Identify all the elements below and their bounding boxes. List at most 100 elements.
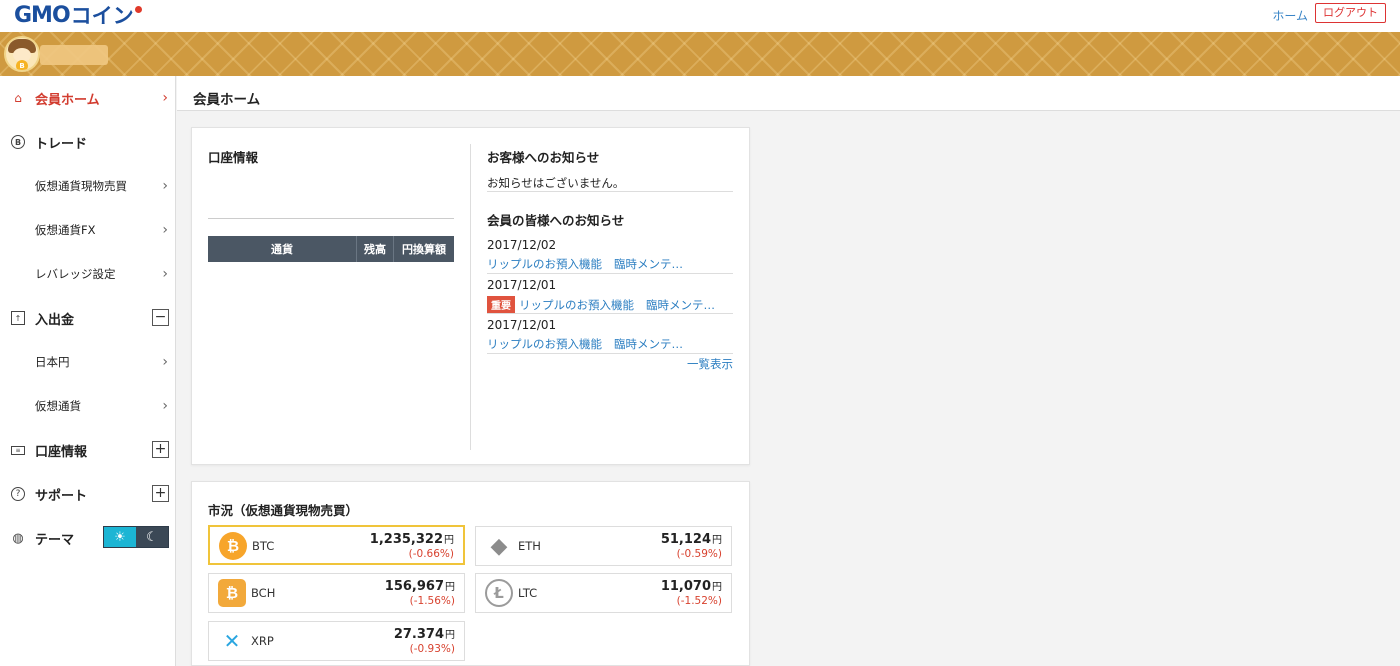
sidebar-item-deposit-withdraw[interactable]: ↑ 入出金 −: [0, 296, 176, 340]
col-currency: 通貨: [208, 236, 357, 262]
coin-symbol: LTC: [518, 586, 538, 600]
gmo-coin-logo[interactable]: GMO コイン: [14, 2, 142, 28]
sidebar-item-label: 仮想通貨: [35, 399, 81, 413]
logo-dot-icon: [134, 5, 142, 13]
sidebar: ⌂ 会員ホーム › B トレード 仮想通貨現物売買 › 仮想通貨FX › レバレ…: [0, 76, 176, 666]
price-value: 1,235,322: [369, 532, 443, 547]
eth-coin-icon: ◆: [490, 533, 508, 559]
logout-button[interactable]: ログアウト: [1315, 3, 1386, 23]
market-tile-bch[interactable]: ₿ BCH 156,967円 (-1.56%): [208, 573, 465, 613]
coin-symbol: BCH: [251, 586, 276, 600]
sidebar-item-label: 口座情報: [35, 444, 88, 460]
xrp-coin-icon: ✕: [223, 629, 241, 653]
sidebar-item-support[interactable]: ? サポート +: [0, 472, 176, 516]
news-date: 2017/12/02: [487, 238, 557, 252]
news-link[interactable]: リップルのお預入機能: [487, 256, 602, 272]
page-title: 会員ホーム: [193, 92, 261, 108]
page-header: 会員ホーム: [177, 76, 1400, 111]
yen-unit: 円: [445, 630, 455, 641]
sidebar-item-label: 仮想通貨FX: [35, 223, 96, 237]
view-all-link[interactable]: 一覧表示: [687, 356, 733, 372]
sidebar-item-crypto-fx[interactable]: 仮想通貨FX ›: [0, 208, 176, 252]
sidebar-item-crypto[interactable]: 仮想通貨 ›: [0, 384, 176, 428]
market-tile-btc[interactable]: ₿ BTC 1,235,322円 (-0.66%): [208, 525, 465, 565]
no-notice-text: お知らせはございません。: [487, 176, 625, 190]
sidebar-item-member-home[interactable]: ⌂ 会員ホーム ›: [0, 76, 176, 120]
customer-notice-title: お客様へのお知らせ: [487, 150, 600, 165]
news-link[interactable]: 臨時メンテ…: [614, 256, 683, 272]
sun-icon[interactable]: ☀: [104, 527, 136, 547]
coin-symbol: XRP: [251, 634, 274, 648]
home-icon: ⌂: [14, 91, 22, 105]
bch-coin-icon: ₿: [218, 579, 246, 607]
palette-icon: ◍: [12, 530, 24, 546]
sidebar-item-label: 仮想通貨現物売買: [35, 179, 127, 193]
account-icon: ≡: [11, 445, 25, 455]
coin-symbol: ETH: [518, 539, 541, 553]
chevron-right-icon: ›: [162, 398, 168, 414]
username-redacted: [40, 45, 108, 65]
col-jpy-value: 円換算額: [402, 243, 446, 256]
news-link[interactable]: リップルのお預入機能: [487, 336, 602, 352]
chevron-right-icon: ›: [162, 90, 168, 106]
home-link[interactable]: ホーム: [1272, 7, 1308, 24]
news-link[interactable]: 臨時メンテ…: [614, 336, 683, 352]
market-card: 市況（仮想通貨現物売買） ₿ BTC 1,235,322円 (-0.66%) ◆…: [191, 481, 750, 666]
btc-coin-icon: ₿: [219, 532, 247, 560]
account-info-title: 口座情報: [208, 150, 259, 165]
news-link[interactable]: リップルのお預入機能: [519, 297, 634, 313]
price-value: 156,967: [384, 579, 444, 594]
sidebar-item-theme: ◍ テーマ ☀ ☾: [0, 516, 176, 560]
avatar[interactable]: B: [4, 36, 40, 72]
news-links: リップルのお預入機能 臨時メンテ…: [487, 256, 695, 272]
sidebar-item-label: 入出金: [35, 312, 75, 328]
chevron-right-icon: ›: [162, 178, 168, 194]
divider: [208, 218, 454, 219]
expand-plus-button[interactable]: +: [152, 441, 169, 458]
market-tile-ltc[interactable]: Ł LTC 11,070円 (-1.52%): [475, 573, 732, 613]
vertical-divider: [470, 144, 471, 450]
price-value: 27.374: [393, 627, 444, 642]
sidebar-item-account-info[interactable]: ≡ 口座情報 +: [0, 428, 176, 472]
avatar-bitcoin-badge-icon: B: [16, 60, 28, 70]
important-badge: 重要: [487, 296, 515, 313]
chevron-right-icon: ›: [162, 266, 168, 282]
bitcoin-icon: B: [11, 135, 25, 149]
members-notice-title: 会員の皆様へのお知らせ: [487, 213, 625, 228]
news-links: 重要 リップルのお預入機能 臨時メンテ…: [487, 296, 727, 313]
sidebar-item-spot-trading[interactable]: 仮想通貨現物売買 ›: [0, 164, 176, 208]
logo-coin-text: コイン: [70, 4, 134, 28]
sidebar-item-trade[interactable]: B トレード: [0, 120, 176, 164]
divider: [487, 191, 733, 192]
yen-unit: 円: [444, 535, 454, 546]
moon-icon[interactable]: ☾: [136, 527, 168, 547]
sidebar-item-label: レバレッジ設定: [35, 267, 116, 281]
coin-price: 51,124円: [661, 531, 722, 547]
sidebar-item-jpy[interactable]: 日本円 ›: [0, 340, 176, 384]
coin-change: (-1.52%): [676, 595, 722, 607]
sidebar-item-leverage-settings[interactable]: レバレッジ設定 ›: [0, 252, 176, 296]
sidebar-item-label: サポート: [35, 488, 88, 504]
news-date: 2017/12/01: [487, 278, 557, 292]
theme-toggle[interactable]: ☀ ☾: [103, 526, 169, 548]
sidebar-item-label: トレード: [35, 136, 88, 152]
coin-change: (-1.56%): [409, 595, 455, 607]
list-item: 2017/12/02 リップルのお預入機能 臨時メンテ…: [487, 234, 733, 274]
price-value: 11,070: [660, 579, 711, 594]
help-icon: ?: [11, 487, 25, 501]
col-balance: 残高: [357, 236, 394, 262]
news-link[interactable]: 臨時メンテ…: [646, 297, 715, 313]
market-tile-xrp[interactable]: ✕ XRP 27.374円 (-0.93%): [208, 621, 465, 661]
ltc-coin-icon: Ł: [485, 579, 513, 607]
expand-plus-button[interactable]: +: [152, 485, 169, 502]
market-tile-eth[interactable]: ◆ ETH 51,124円 (-0.59%): [475, 526, 732, 566]
logo-gmo-text: GMO: [14, 2, 71, 28]
coin-change: (-0.59%): [676, 548, 722, 560]
coin-price: 156,967円: [385, 578, 455, 594]
coin-change: (-0.93%): [409, 643, 455, 655]
yen-unit: 円: [445, 582, 455, 593]
list-item: 2017/12/01 リップルのお預入機能 臨時メンテ…: [487, 314, 733, 354]
chevron-right-icon: ›: [162, 222, 168, 238]
collapse-minus-button[interactable]: −: [152, 309, 169, 326]
coin-change: (-0.66%): [408, 548, 454, 560]
